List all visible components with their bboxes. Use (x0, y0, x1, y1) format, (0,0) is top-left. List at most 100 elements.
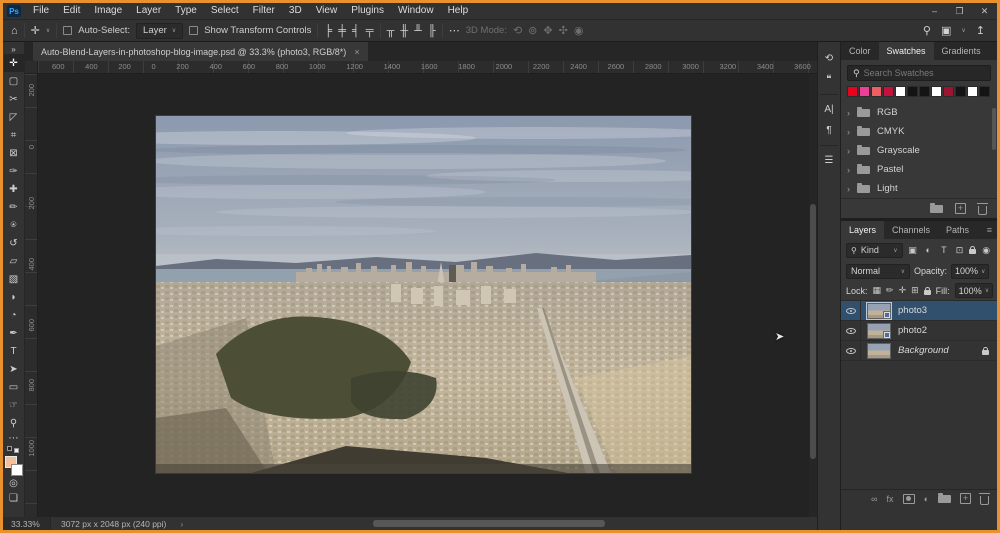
delete-swatch-icon[interactable] (978, 206, 987, 215)
menu-help[interactable]: Help (441, 3, 476, 19)
vertical-scrollbar-thumb[interactable] (810, 204, 816, 459)
default-colors-icon[interactable] (7, 446, 21, 453)
layer-thumbnail[interactable] (867, 343, 891, 359)
swatch-group-pastel[interactable]: › Pastel (847, 160, 991, 179)
gradient-tool[interactable]: ▧ (4, 270, 24, 288)
search-icon[interactable]: ⚲ (923, 24, 931, 37)
paragraph-panel-icon[interactable]: ¶ (818, 120, 840, 141)
panel-menu-icon[interactable]: ≡ (987, 221, 997, 239)
healing-brush-tool[interactable]: ✚ (4, 180, 24, 198)
swatch[interactable] (847, 86, 858, 97)
share-icon[interactable]: ↥ (976, 24, 985, 37)
auto-select-checkbox[interactable] (63, 26, 72, 35)
minimize-button[interactable]: – (922, 3, 947, 19)
adjustment-layer-icon[interactable]: ◐ (924, 494, 929, 504)
filter-type-layers-icon[interactable]: T (938, 245, 950, 255)
tab-swatches[interactable]: Swatches (879, 42, 934, 60)
lock-transparency-icon[interactable]: ▦ (873, 285, 882, 296)
zoom-tool[interactable]: ⚲ (4, 414, 24, 432)
home-icon[interactable]: ⌂ (11, 25, 18, 37)
show-transform-checkbox[interactable] (189, 26, 198, 35)
history-panel-icon[interactable]: ⟲ (818, 48, 840, 69)
layer-name[interactable]: Background (898, 345, 982, 356)
character-panel-icon[interactable]: A| (818, 99, 840, 120)
lock-artboard-icon[interactable]: ⊞ (911, 285, 919, 296)
chevron-down-icon[interactable]: ∨ (46, 27, 50, 34)
swatch[interactable] (919, 86, 930, 97)
link-layers-icon[interactable]: ∞ (871, 494, 877, 504)
swatch[interactable] (907, 86, 918, 97)
crop-tool[interactable]: ⌗ (4, 126, 24, 144)
new-group-icon[interactable] (930, 205, 943, 213)
delete-layer-icon[interactable] (980, 496, 989, 505)
distribute-icon-3[interactable]: ╨ (414, 25, 422, 37)
background-color-swatch[interactable] (11, 464, 23, 476)
screen-mode-button[interactable]: ❏ (4, 491, 24, 506)
close-tab-icon[interactable]: × (354, 47, 359, 57)
filter-smart-objects-icon[interactable] (969, 249, 976, 254)
align-right-icon[interactable]: ╡ (352, 25, 360, 37)
pen-tool[interactable]: ✒ (4, 324, 24, 342)
type-tool[interactable]: T (4, 342, 24, 360)
swatch[interactable] (955, 86, 966, 97)
menu-plugins[interactable]: Plugins (344, 3, 391, 19)
swatch[interactable] (943, 86, 954, 97)
swatches-scrollbar[interactable] (992, 108, 996, 150)
dodge-tool[interactable]: ◔ (4, 306, 24, 324)
menu-layer[interactable]: Layer (129, 3, 168, 19)
quick-mask-button[interactable]: ◎ (4, 476, 24, 491)
comments-panel-icon[interactable]: ❝ (818, 69, 840, 90)
align-left-icon[interactable]: ╞ (324, 25, 332, 37)
swatch[interactable] (859, 86, 870, 97)
tab-paths[interactable]: Paths (938, 221, 977, 239)
vertical-scrollbar-track[interactable] (809, 74, 817, 517)
blend-mode-dropdown[interactable]: Normal ∨ (846, 264, 910, 279)
new-layer-icon[interactable]: + (960, 493, 971, 504)
edit-toolbar-button[interactable]: ⋯ (4, 432, 24, 444)
menu-type[interactable]: Type (168, 3, 204, 19)
auto-select-dropdown[interactable]: Layer ∨ (136, 23, 183, 39)
lasso-tool[interactable]: ✂ (4, 90, 24, 108)
visibility-toggle[interactable] (841, 341, 861, 360)
tab-patterns[interactable]: Patterns (989, 42, 1000, 60)
collapse-toolbar-icon[interactable]: » (4, 44, 24, 54)
hand-tool[interactable]: ☞ (4, 396, 24, 414)
clone-stamp-tool[interactable]: ⍟ (4, 216, 24, 234)
layer-thumbnail[interactable] (867, 323, 891, 339)
lock-pixels-icon[interactable]: ✏ (886, 285, 894, 296)
swatch-group-light[interactable]: › Light (847, 179, 991, 198)
menu-select[interactable]: Select (204, 3, 246, 19)
distribute-icon-4[interactable]: ╟ (428, 25, 436, 37)
lock-position-icon[interactable]: ✛ (899, 285, 907, 296)
move-tool[interactable]: ✛ (4, 54, 24, 72)
swatch[interactable] (931, 86, 942, 97)
swatch-group-rgb[interactable]: › RGB (847, 103, 991, 122)
more-options-icon[interactable]: ⋯ (449, 24, 460, 37)
menu-filter[interactable]: Filter (246, 3, 282, 19)
distribute-icon-1[interactable]: ╥ (387, 25, 395, 37)
menu-file[interactable]: File (26, 3, 56, 19)
close-button[interactable]: ✕ (972, 3, 997, 19)
menu-window[interactable]: Window (391, 3, 441, 19)
menu-image[interactable]: Image (87, 3, 129, 19)
history-brush-tool[interactable]: ↺ (4, 234, 24, 252)
restore-button[interactable]: ❐ (947, 3, 972, 19)
swatch-group-grayscale[interactable]: › Grayscale (847, 141, 991, 160)
eraser-tool[interactable]: ▱ (4, 252, 24, 270)
filter-shape-layers-icon[interactable]: ⊡ (954, 245, 966, 256)
layer-thumbnail[interactable] (867, 303, 891, 319)
swatches-search-input[interactable] (864, 68, 974, 78)
new-group-icon[interactable] (938, 495, 951, 503)
eyedropper-tool[interactable]: ✑ (4, 162, 24, 180)
align-center-icon[interactable]: ╪ (338, 25, 346, 37)
align-top-icon[interactable]: ╤ (366, 25, 374, 37)
rectangle-tool[interactable]: ▭ (4, 378, 24, 396)
zoom-level[interactable]: 33.33% (3, 517, 51, 530)
new-swatch-icon[interactable]: + (955, 203, 966, 214)
path-selection-tool[interactable]: ➤ (4, 360, 24, 378)
object-selection-tool[interactable]: ◸ (4, 108, 24, 126)
visibility-toggle[interactable] (841, 321, 861, 340)
menu-view[interactable]: View (309, 3, 345, 19)
brush-tool[interactable]: ✏ (4, 198, 24, 216)
layer-row-photo3[interactable]: photo3 (841, 301, 997, 321)
